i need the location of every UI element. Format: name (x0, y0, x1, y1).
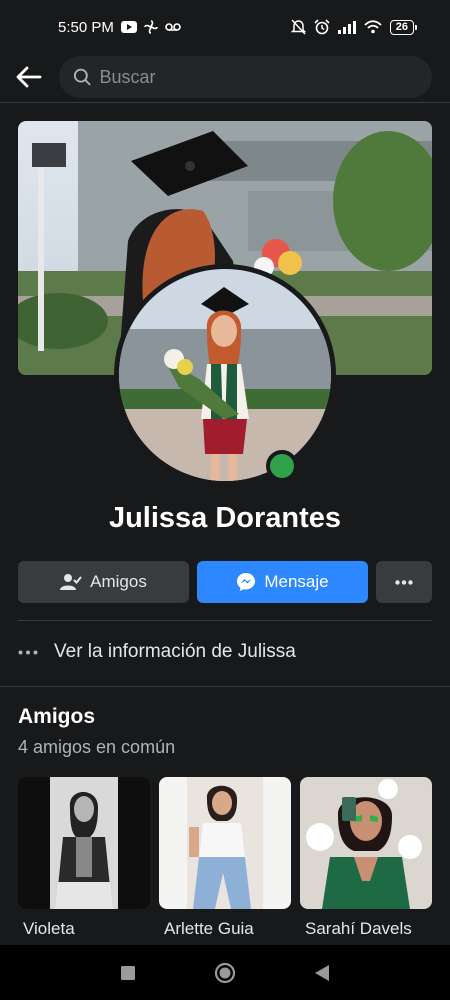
divider (18, 620, 432, 621)
online-status-indicator (266, 450, 298, 482)
friends-button[interactable]: Amigos (18, 561, 189, 603)
top-bar (0, 52, 450, 102)
search-input[interactable] (99, 66, 418, 88)
profile-avatar[interactable] (114, 264, 336, 486)
nav-back-icon (314, 964, 329, 981)
wifi-icon (364, 20, 382, 34)
back-nav-button[interactable] (302, 953, 342, 993)
friend-photo (159, 777, 291, 909)
youtube-icon (120, 21, 137, 33)
home-button[interactable] (205, 953, 245, 993)
more-icon (395, 579, 413, 585)
profile-actions: Amigos Mensaje (18, 561, 432, 603)
top-divider (0, 102, 450, 103)
more-dots-icon (18, 650, 38, 654)
more-options-button[interactable] (376, 561, 432, 603)
mutual-friends-count: 4 amigos en común (18, 737, 176, 757)
see-about-info-link[interactable]: Ver la información de Julissa (18, 636, 432, 668)
info-link-label: Ver la información de Julissa (54, 641, 296, 662)
status-bar: 5:50 PM 26 (0, 0, 450, 54)
section-divider (0, 686, 450, 687)
add-friend-icon (60, 574, 82, 590)
friends-grid: Violeta Granados Arlette Guia (18, 777, 432, 941)
message-button[interactable]: Mensaje (197, 561, 368, 603)
messenger-icon (237, 573, 256, 591)
friend-name: Violeta Granados (23, 919, 98, 941)
search-bar[interactable] (59, 56, 432, 98)
mute-bell-icon (290, 19, 306, 35)
fan-icon (144, 20, 158, 34)
signal-icon (337, 20, 356, 34)
status-time: 5:50 PM (58, 18, 114, 36)
friends-section-title: Amigos (18, 705, 96, 728)
back-button[interactable] (14, 62, 44, 92)
friend-card[interactable]: Sarahí Davels (300, 777, 432, 941)
nav-square-icon (121, 965, 136, 980)
recent-apps-button[interactable] (108, 953, 148, 993)
voicemail-icon (165, 22, 181, 32)
friend-photo (300, 777, 432, 909)
nav-home-icon (214, 962, 236, 983)
friends-button-label: Amigos (90, 572, 147, 591)
battery-indicator: 26 (389, 19, 418, 35)
friend-card[interactable]: Arlette Guia (159, 777, 291, 941)
back-arrow-icon (16, 66, 42, 88)
friend-card[interactable]: Violeta Granados (18, 777, 150, 941)
message-button-label: Mensaje (264, 572, 329, 591)
profile-name: Julissa Dorantes (108, 502, 342, 534)
search-icon (73, 68, 91, 86)
alarm-icon (314, 19, 330, 35)
friend-photo (18, 777, 150, 909)
system-nav-bar (0, 945, 450, 1000)
friend-name: Arlette Guia (164, 919, 254, 938)
friend-name: Sarahí Davels (305, 919, 412, 938)
